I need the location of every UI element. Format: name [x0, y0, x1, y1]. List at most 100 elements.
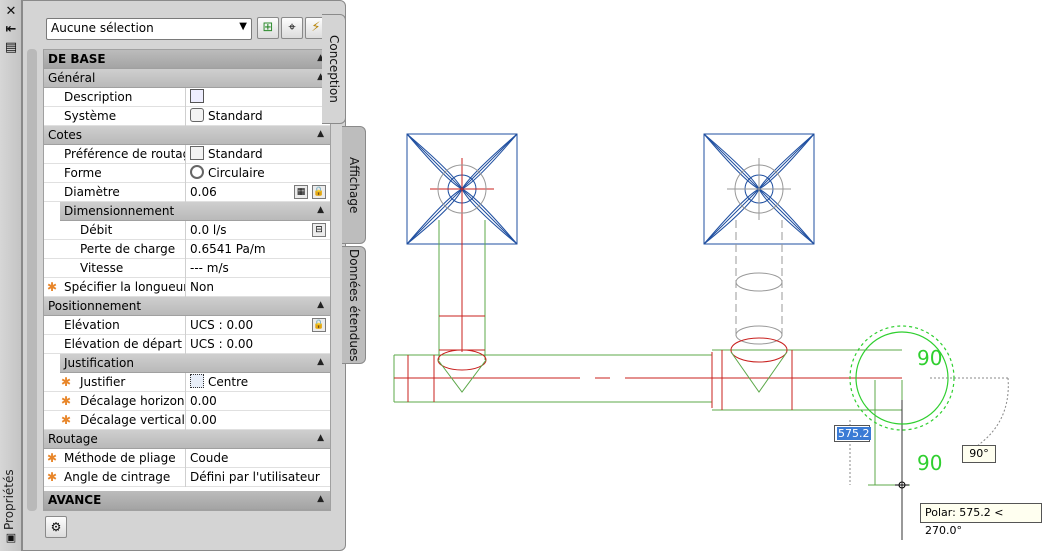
property-row-elevation[interactable]: Elévation UCS : 0.00 🔒	[44, 316, 330, 335]
description-icon[interactable]	[190, 89, 204, 103]
property-value-text: 0.06	[190, 185, 217, 199]
property-value[interactable]: 0.00	[186, 392, 330, 411]
category-base[interactable]: DE BASE ▲	[44, 50, 330, 69]
property-row-perte-de-charge[interactable]: Perte de charge 0.6541 Pa/m	[44, 240, 330, 259]
collapse-icon[interactable]: ▲	[317, 494, 324, 504]
property-row-start-elevation[interactable]: Elévation de départ UCS : 0.00	[44, 335, 330, 354]
property-value: 0.6541 Pa/m	[186, 240, 330, 259]
property-name: Décalage vertical	[76, 411, 186, 430]
property-name: Perte de charge	[76, 240, 186, 259]
property-value[interactable]: Coude	[186, 449, 330, 468]
property-value-text: Standard	[208, 147, 263, 161]
palette-scrollbar[interactable]	[27, 49, 37, 511]
category-dimensionnement[interactable]: Dimensionnement ▲	[60, 202, 330, 221]
property-value[interactable]: UCS : 0.00 🔒	[186, 316, 330, 335]
property-row-justifier[interactable]: ✱ Justifier Centre	[44, 373, 330, 392]
asterisk-icon: ✱	[46, 280, 58, 294]
category-label: Positionnement	[48, 299, 142, 313]
property-row-bend-angle[interactable]: ✱ Angle de cintrage Défini par l'utilisa…	[44, 468, 330, 487]
property-row-specify-length[interactable]: ✱ Spécifier la longueur... Non	[44, 278, 330, 297]
dynamic-input-field[interactable]: 575.2	[834, 425, 871, 442]
property-name: Diamètre	[60, 183, 186, 202]
property-value[interactable]: Circulaire	[186, 164, 330, 183]
drawing-svg: 90 90	[393, 133, 1009, 540]
category-label: AVANCE	[48, 493, 102, 507]
category-label: Général	[48, 71, 96, 85]
tab-conception[interactable]: Conception	[322, 14, 346, 124]
pipe-main-centerline	[394, 350, 902, 410]
property-row-diametre[interactable]: Diamètre 0.06 ▦ 🔒	[44, 183, 330, 202]
lock-icon[interactable]: 🔒	[312, 318, 326, 332]
property-value[interactable]: Centre	[186, 373, 330, 392]
palette-title: Propriétés	[2, 469, 16, 530]
tee-right	[730, 337, 788, 393]
property-value-text: UCS : 0.00	[190, 318, 254, 332]
property-name: Vitesse	[76, 259, 186, 278]
routing-icon	[190, 146, 204, 160]
property-row-vitesse[interactable]: Vitesse --- m/s	[44, 259, 330, 278]
property-row-forme[interactable]: Forme Circulaire	[44, 164, 330, 183]
dynamic-input-value[interactable]: 575.2	[837, 427, 871, 440]
quick-select-icon: ⚡	[311, 20, 321, 35]
palette-settings-icon[interactable]: ▣	[3, 530, 19, 546]
collapse-icon[interactable]: ▲	[317, 300, 324, 310]
property-value[interactable]: Standard	[186, 107, 330, 126]
category-routage[interactable]: Routage ▲	[44, 430, 330, 449]
property-name: Débit	[76, 221, 186, 240]
property-value[interactable]: UCS : 0.00	[186, 335, 330, 354]
pipe-right-vertical	[735, 220, 783, 340]
property-value[interactable]: Non	[186, 278, 330, 297]
property-name: Décalage horizon...	[76, 392, 186, 411]
toggle-pickadd-button[interactable]: ⊞	[257, 17, 279, 39]
category-label: Justification	[64, 356, 134, 370]
property-name: Elévation	[60, 316, 186, 335]
property-value: --- m/s	[186, 259, 330, 278]
property-value-text: Défini par l'utilisateur	[190, 470, 320, 484]
category-label: Routage	[48, 432, 98, 446]
property-name: Angle de cintrage	[60, 468, 186, 487]
lock-icon[interactable]: 🔒	[312, 185, 326, 199]
category-justification[interactable]: Justification ▲	[60, 354, 330, 373]
category-general[interactable]: Général ▲	[44, 69, 330, 88]
category-avance[interactable]: AVANCE ▲	[44, 491, 330, 510]
asterisk-icon: ✱	[60, 375, 72, 389]
property-row-debit[interactable]: Débit 0.0 l/s ⊟	[44, 221, 330, 240]
close-icon[interactable]: ✕	[3, 4, 19, 20]
property-value[interactable]: Défini par l'utilisateur	[186, 468, 330, 487]
collapse-icon[interactable]: ▲	[317, 129, 324, 139]
property-grid: DE BASE ▲ Général ▲ Description Système …	[43, 49, 331, 511]
property-row-description[interactable]: Description	[44, 88, 330, 107]
property-row-horizontal-offset[interactable]: ✱ Décalage horizon... 0.00	[44, 392, 330, 411]
auto-hide-icon[interactable]: ⇤	[3, 22, 19, 38]
collapse-icon[interactable]: ▲	[317, 357, 324, 367]
collapse-icon[interactable]: ▲	[317, 205, 324, 215]
property-value[interactable]: Standard	[186, 145, 330, 164]
drawing-canvas[interactable]: 90 90 575.2 90° Polar: 575.2 < 270.0°	[346, 0, 1043, 551]
category-cotes[interactable]: Cotes ▲	[44, 126, 330, 145]
calculator-icon[interactable]: ⊟	[312, 223, 326, 237]
property-value-text: Standard	[208, 109, 263, 123]
property-value[interactable]: 0.06 ▦ 🔒	[186, 183, 330, 202]
property-row-vertical-offset[interactable]: ✱ Décalage vertical 0.00	[44, 411, 330, 430]
property-value[interactable]: 0.00	[186, 411, 330, 430]
property-value-text: 0.00	[190, 413, 217, 427]
property-value-text: 0.6541 Pa/m	[190, 242, 266, 256]
palette-tool-button[interactable]: ⚙	[45, 516, 67, 538]
selection-dropdown[interactable]: Aucune sélection ▼	[46, 18, 252, 40]
palette-menu-icon[interactable]: ▤	[3, 40, 19, 56]
pickadd-icon: ⊞	[262, 20, 274, 35]
property-value-text: Coude	[190, 451, 229, 465]
property-value-text: 0.00	[190, 394, 217, 408]
property-row-routing-preference[interactable]: Préférence de routage Standard	[44, 145, 330, 164]
property-row-bend-method[interactable]: ✱ Méthode de pliage Coude	[44, 449, 330, 468]
category-positionnement[interactable]: Positionnement ▲	[44, 297, 330, 316]
property-row-systeme[interactable]: Système Standard	[44, 107, 330, 126]
property-name: Justifier	[76, 373, 186, 392]
collapse-icon[interactable]: ▲	[317, 433, 324, 443]
size-list-icon[interactable]: ▦	[294, 185, 308, 199]
property-value[interactable]: 0.0 l/s ⊟	[186, 221, 330, 240]
property-value[interactable]	[186, 88, 330, 107]
select-objects-button[interactable]: ⌖	[281, 17, 303, 39]
category-label: Cotes	[48, 128, 83, 142]
select-objects-icon: ⌖	[288, 20, 296, 35]
